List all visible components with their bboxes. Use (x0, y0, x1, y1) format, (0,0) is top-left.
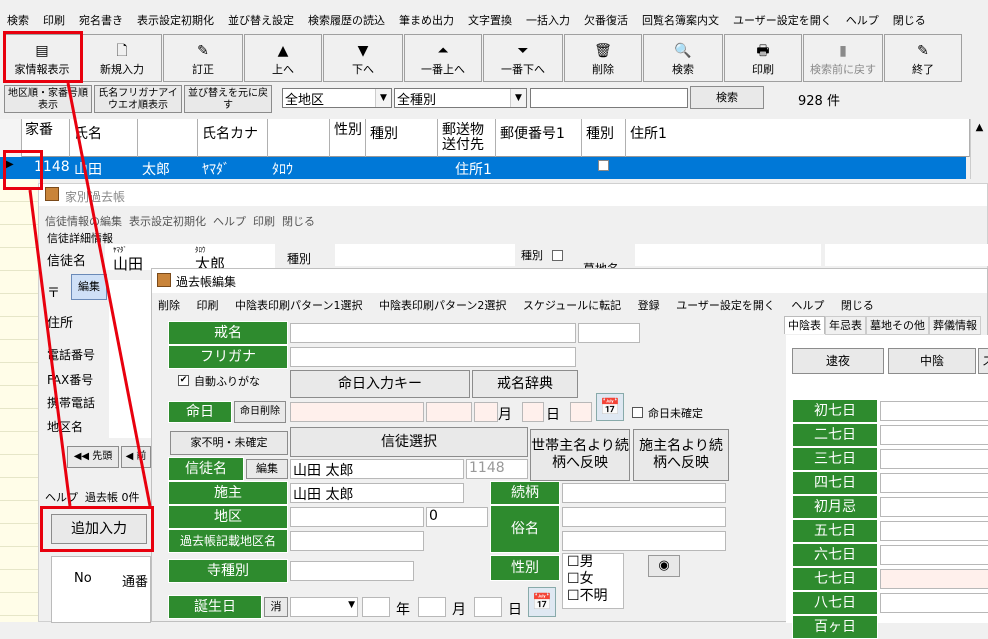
annotation-arrows (28, 82, 152, 507)
arrow-line-2 (28, 189, 72, 507)
arrow-line-1 (66, 82, 152, 507)
